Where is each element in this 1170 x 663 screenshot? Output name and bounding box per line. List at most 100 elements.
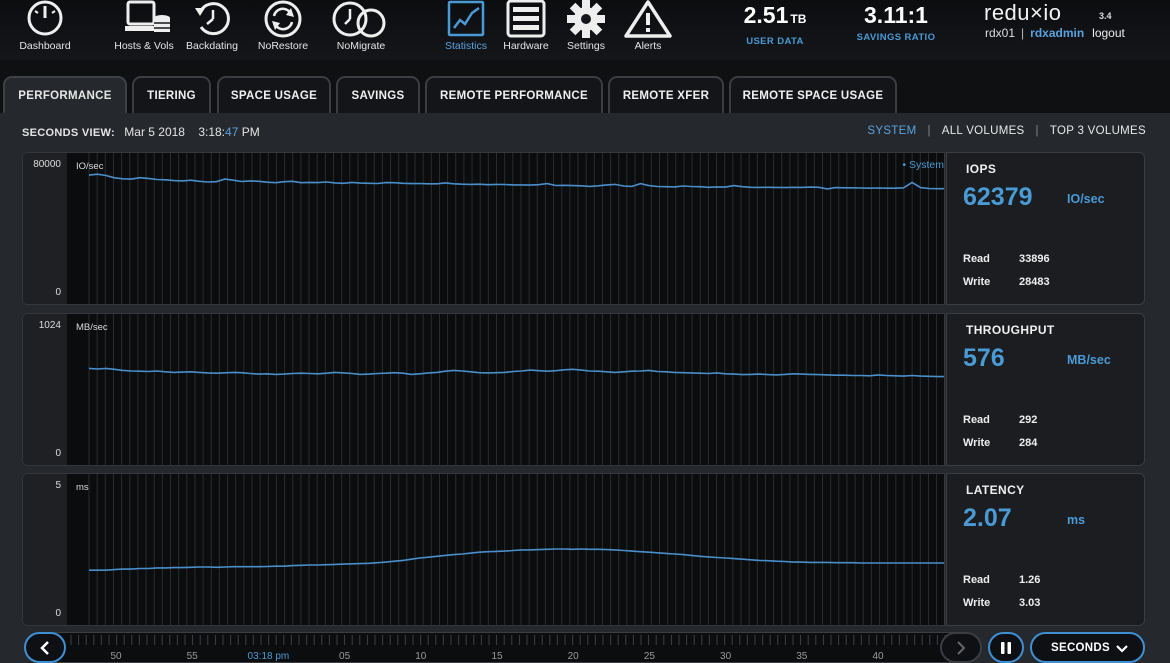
- timeline-label: 25: [644, 651, 656, 662]
- tab-remote-space-usage[interactable]: REMOTE SPACE USAGE: [729, 76, 897, 114]
- timeline-label: 50: [110, 651, 122, 662]
- throughput-y-max: 1024: [38, 320, 61, 331]
- tab-savings[interactable]: SAVINGS: [336, 76, 420, 114]
- settings-gear-icon: [567, 0, 605, 38]
- nav-dashboard-label: Dashboard: [19, 40, 71, 52]
- throughput-unit: MB/sec: [1067, 353, 1111, 367]
- latency-plot: [88, 474, 944, 625]
- savings-ratio-stat: 3.11:1 SAVINGS RATIO: [846, 0, 946, 43]
- throughput-write-label: Write: [963, 437, 991, 449]
- scope-top-3-volumes[interactable]: TOP 3 VOLUMES: [1050, 125, 1146, 137]
- top-navigation-bar: Dashboard Hosts & Vols Backdating NoRest…: [0, 0, 1170, 60]
- view-date: Mar 5 2018: [124, 125, 185, 139]
- latency-write-label: Write: [963, 597, 991, 609]
- latency-y-max: 5: [55, 480, 61, 491]
- chevron-down-icon: [1116, 645, 1128, 653]
- nav-alerts[interactable]: Alerts: [622, 0, 674, 56]
- timeline-label: 03:18 pm: [248, 651, 290, 662]
- nomigrate-clock-icon: [332, 1, 386, 38]
- throughput-read-label: Read: [963, 414, 990, 426]
- nav-dashboard[interactable]: Dashboard: [14, 0, 76, 56]
- throughput-metric-card: THROUGHPUT 576 MB/sec Read 292 Write 284: [946, 313, 1145, 466]
- latency-unit: ms: [1067, 513, 1086, 527]
- view-time-seconds: 47: [225, 125, 239, 139]
- latency-title: LATENCY: [966, 483, 1025, 497]
- latency-write-value: 3.03: [1019, 597, 1041, 609]
- timeline-ticks: 50 55 03:18 pm 05 10 15 20 25 30 35 40: [70, 635, 954, 662]
- pause-button[interactable]: [988, 632, 1024, 663]
- iops-write-row: Write 28483: [963, 276, 1050, 288]
- timeline-label: 10: [415, 651, 427, 662]
- savings-ratio-label: SAVINGS RATIO: [856, 32, 936, 43]
- latency-y-axis: 5 0: [23, 474, 67, 625]
- seconds-view-header: SECONDS VIEW: Mar 5 2018 3:18:47 PM: [22, 125, 260, 139]
- iops-legend: • System: [902, 159, 944, 171]
- iops-unit: IO/sec: [1067, 192, 1105, 206]
- user-data-stat: 2.51 TB USER DATA: [730, 0, 820, 47]
- pause-icon: [1001, 641, 1011, 654]
- iops-y-max: 80000: [33, 159, 61, 170]
- time-range-dropdown[interactable]: SECONDS: [1030, 632, 1145, 663]
- username[interactable]: rdxadmin: [1030, 26, 1084, 40]
- timeline-label: 35: [796, 651, 808, 662]
- nav-nomigrate-label: NoMigrate: [336, 40, 386, 52]
- nav-norestore[interactable]: NoRestore: [252, 0, 314, 56]
- nav-statistics[interactable]: Statistics: [438, 0, 494, 56]
- nav-alerts-label: Alerts: [634, 40, 662, 52]
- throughput-read-row: Read 292: [963, 414, 1037, 426]
- nav-backdating[interactable]: Backdating: [181, 0, 243, 56]
- nav-hardware[interactable]: Hardware: [499, 0, 553, 56]
- user-separator: |: [1021, 26, 1025, 40]
- scope-system[interactable]: SYSTEM: [867, 125, 916, 137]
- view-time: 3:18:47 PM: [198, 125, 260, 139]
- tab-tiering[interactable]: TIERING: [132, 76, 211, 114]
- iops-unit-label: IO/sec: [76, 161, 104, 172]
- view-time-ampm: PM: [241, 125, 260, 139]
- iops-title: IOPS: [966, 162, 997, 176]
- latency-write-row: Write 3.03: [963, 597, 1040, 609]
- timeline-label: 15: [491, 651, 503, 662]
- series-line: [88, 367, 944, 378]
- hosts-volumes-icon: [125, 0, 170, 32]
- logout-link[interactable]: logout: [1092, 26, 1125, 40]
- nav-backdating-label: Backdating: [186, 40, 238, 52]
- throughput-value: 576: [963, 344, 1005, 372]
- view-scope-selector: SYSTEM | ALL VOLUMES | TOP 3 VOLUMES: [867, 125, 1146, 137]
- nav-hosts-vols[interactable]: Hosts & Vols: [108, 0, 180, 56]
- latency-read-value: 1.26: [1019, 574, 1041, 586]
- chevron-left-icon: [40, 640, 49, 655]
- scope-divider: |: [927, 125, 931, 137]
- tab-remote-performance[interactable]: REMOTE PERFORMANCE: [425, 76, 603, 114]
- time-range-label: SECONDS: [1051, 641, 1110, 654]
- nav-nomigrate[interactable]: NoMigrate: [330, 0, 392, 56]
- tab-remote-xfer[interactable]: REMOTE XFER: [608, 76, 724, 114]
- throughput-plot: [88, 314, 944, 465]
- timeline-prev-button[interactable]: [24, 632, 66, 663]
- latency-unit-label: ms: [76, 482, 89, 493]
- series-line: [89, 548, 944, 571]
- latency-read-row: Read 1.26: [963, 574, 1040, 586]
- nav-settings[interactable]: Settings: [560, 0, 612, 56]
- iops-write-value: 28483: [1019, 276, 1050, 288]
- tab-space-usage[interactable]: SPACE USAGE: [217, 76, 331, 114]
- host-name: rdx01: [985, 26, 1016, 40]
- throughput-y-min: 0: [55, 448, 61, 459]
- timeline-scrubber[interactable]: 50 55 03:18 pm 05 10 15 20 25 30 35 40: [25, 632, 980, 663]
- throughput-write-value: 284: [1019, 437, 1038, 449]
- iops-value: 62379: [963, 183, 1033, 211]
- user-data-label: USER DATA: [746, 36, 804, 47]
- iops-y-min: 0: [55, 287, 61, 298]
- scope-all-volumes[interactable]: ALL VOLUMES: [942, 125, 1025, 137]
- norestore-refresh-icon: [264, 0, 302, 38]
- latency-read-label: Read: [963, 574, 990, 586]
- latency-metric-card: LATENCY 2.07 ms Read 1.26 Write 3.03: [946, 473, 1145, 626]
- user-data-unit: TB: [790, 12, 807, 26]
- iops-write-label: Write: [963, 276, 991, 288]
- timeline-next-button[interactable]: [940, 632, 982, 663]
- throughput-title: THROUGHPUT: [966, 323, 1055, 337]
- alerts-warning-icon: [624, 0, 672, 38]
- timeline-label: 05: [339, 651, 351, 662]
- backdating-clock-icon: [195, 2, 230, 36]
- nav-norestore-label: NoRestore: [257, 40, 309, 52]
- tab-performance[interactable]: PERFORMANCE: [3, 76, 127, 114]
